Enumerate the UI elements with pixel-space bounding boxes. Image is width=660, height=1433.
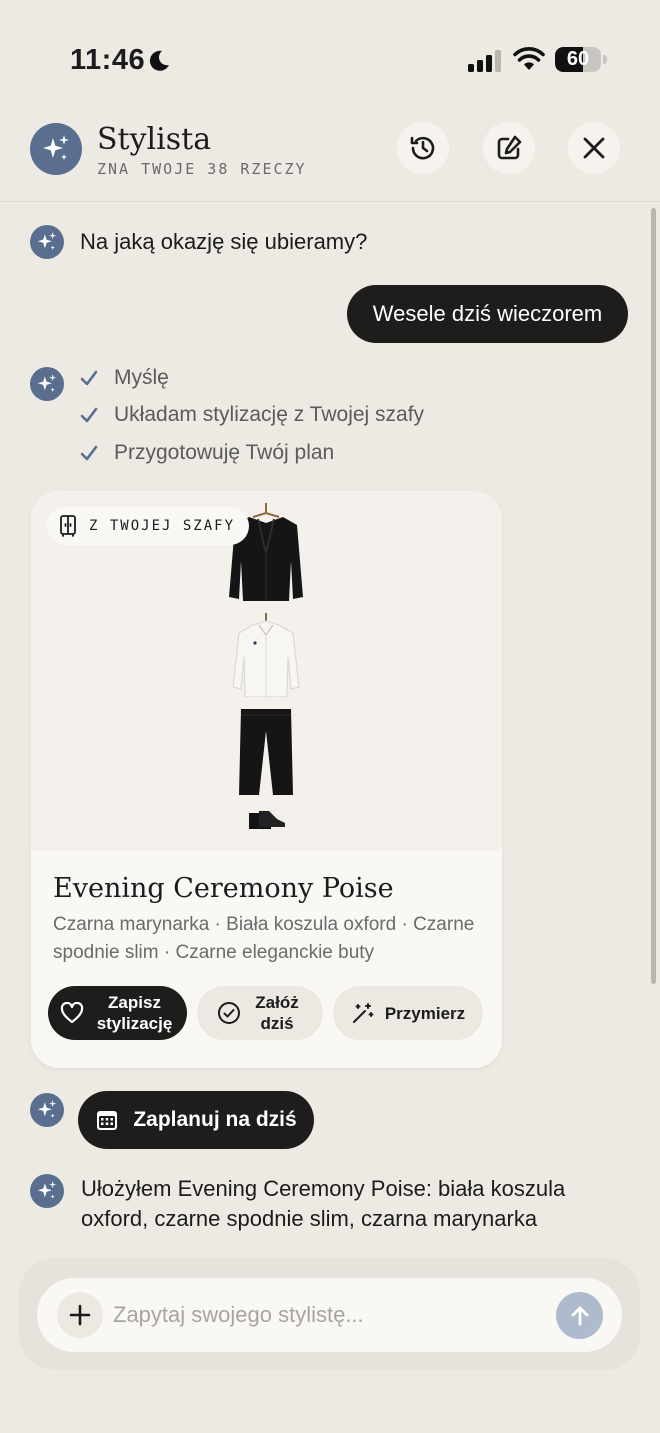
moon-icon bbox=[149, 50, 169, 71]
battery-text: 60 bbox=[566, 48, 590, 70]
step-label: Myślę bbox=[114, 366, 169, 389]
check-circle-icon bbox=[218, 1002, 240, 1024]
stylist-avatar bbox=[30, 123, 82, 175]
status-time: 11:46 bbox=[70, 44, 146, 76]
new-chat-button[interactable] bbox=[483, 122, 535, 174]
history-icon bbox=[410, 136, 435, 160]
try-on-button[interactable]: Przymierz bbox=[333, 986, 483, 1040]
sparkle-icon bbox=[43, 135, 69, 160]
plus-icon bbox=[69, 1304, 91, 1326]
outfit-items: Czarna marynarka · Biała koszula oxford … bbox=[53, 914, 475, 963]
trousers-image bbox=[239, 709, 293, 795]
sparkle-icon bbox=[37, 1181, 57, 1199]
plan-today-label: Zaplanuj na dziś bbox=[133, 1108, 297, 1131]
source-label: Z TWOJEJ SZAFY bbox=[89, 518, 236, 534]
history-button[interactable] bbox=[397, 122, 449, 174]
outfit-card[interactable]: Z TWOJEJ SZAFY Evening Ceremony Poise Cz… bbox=[31, 491, 502, 1068]
arrow-up-icon bbox=[571, 1306, 588, 1325]
ai-message: Na jaką okazję się ubieramy? bbox=[80, 229, 368, 254]
check-icon bbox=[80, 370, 98, 386]
scrollbar[interactable] bbox=[651, 208, 656, 984]
wear-today-button[interactable]: Załóż dziś bbox=[197, 986, 323, 1040]
shoes-image bbox=[249, 811, 285, 829]
progress-step: Układam stylizację z Twojej szafy bbox=[80, 403, 424, 427]
stylist-avatar bbox=[30, 1174, 64, 1208]
stylist-avatar bbox=[30, 367, 64, 401]
sparkle-icon bbox=[37, 1100, 57, 1118]
save-outfit-label: Zapisz stylizację bbox=[96, 993, 173, 1033]
sparkle-icon bbox=[37, 232, 57, 250]
save-outfit-button[interactable]: Zapisz stylizację bbox=[48, 986, 187, 1040]
check-icon bbox=[80, 407, 98, 423]
wifi-icon bbox=[513, 47, 545, 70]
try-on-label: Przymierz bbox=[384, 1003, 466, 1023]
close-icon bbox=[583, 137, 605, 159]
stylist-avatar bbox=[30, 225, 64, 259]
outfit-image: Z TWOJEJ SZAFY bbox=[31, 491, 502, 851]
step-label: Układam stylizację z Twojej szafy bbox=[114, 403, 425, 426]
send-button[interactable] bbox=[556, 1292, 603, 1339]
source-chip: Z TWOJEJ SZAFY bbox=[47, 507, 250, 545]
chat-input[interactable] bbox=[113, 1296, 533, 1334]
step-label: Przygotowuję Twój plan bbox=[114, 441, 335, 464]
magic-wand-icon bbox=[352, 1003, 374, 1023]
outfit-title: Evening Ceremony Poise bbox=[53, 873, 394, 904]
calendar-icon bbox=[97, 1111, 118, 1130]
shirt-image bbox=[232, 613, 300, 697]
battery-icon: 60 bbox=[555, 47, 601, 72]
battery-cap bbox=[603, 55, 607, 64]
check-icon bbox=[80, 445, 98, 461]
plan-today-button[interactable]: Zaplanuj na dziś bbox=[78, 1091, 314, 1149]
compose-icon bbox=[497, 135, 522, 160]
user-message: Wesele dziś wieczorem bbox=[347, 285, 628, 343]
stylist-avatar bbox=[30, 1093, 64, 1127]
progress-step: Przygotowuję Twój plan bbox=[80, 441, 334, 465]
status-bar: 11:46 60 bbox=[0, 0, 660, 110]
page-title: Stylista bbox=[97, 122, 212, 157]
chat-header: Stylista ZNA TWOJE 38 RZECZY bbox=[0, 110, 660, 202]
sparkle-icon bbox=[37, 374, 57, 392]
close-button[interactable] bbox=[568, 122, 620, 174]
attach-button[interactable] bbox=[57, 1292, 103, 1338]
wear-today-label: Załóż dziś bbox=[255, 993, 299, 1033]
progress-step: Myślę bbox=[80, 366, 169, 390]
page-subtitle: ZNA TWOJE 38 RZECZY bbox=[97, 160, 307, 178]
composer bbox=[37, 1278, 622, 1352]
wardrobe-icon bbox=[60, 515, 76, 537]
heart-icon bbox=[60, 1002, 83, 1024]
ai-summary-message: Ułożyłem Evening Ceremony Poise: biała k… bbox=[81, 1176, 566, 1231]
signal-icon bbox=[468, 50, 501, 72]
